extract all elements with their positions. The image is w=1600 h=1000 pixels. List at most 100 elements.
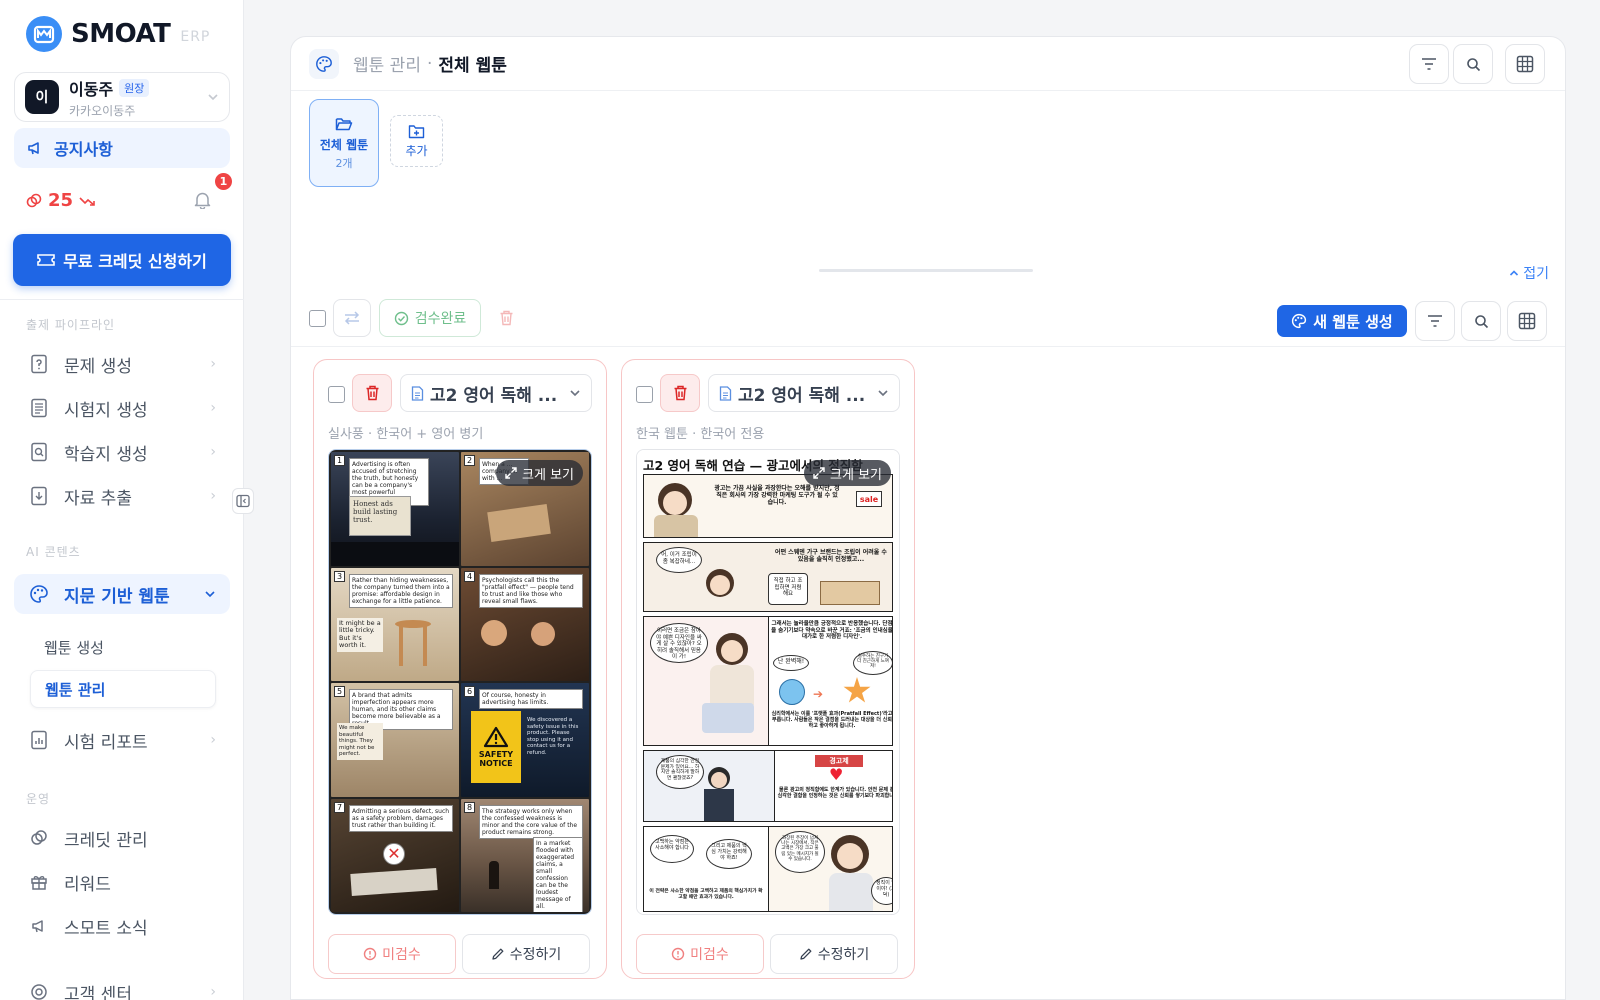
folder-all-webtoons[interactable]: 전체 웹툰 2개 bbox=[309, 99, 379, 187]
resize-handle[interactable] bbox=[819, 269, 1033, 272]
sidebar-item-label: 스모트 소식 bbox=[64, 918, 148, 939]
enlarge-button[interactable]: 크게 보기 bbox=[804, 460, 891, 486]
sidebar-item-reward[interactable]: 리워드 bbox=[14, 862, 230, 902]
list-search-button[interactable] bbox=[1461, 301, 1501, 341]
trash-icon bbox=[674, 385, 686, 401]
sidebar-item-support[interactable]: 고객 센터 › bbox=[14, 972, 230, 1000]
list-grid-button[interactable] bbox=[1507, 301, 1547, 341]
sidebar-subitem-webtoon-manage[interactable]: 웹툰 관리 bbox=[30, 670, 216, 708]
section-label-ops: 운영 bbox=[26, 792, 51, 806]
sidebar-subitem-webtoon-create[interactable]: 웹툰 생성 bbox=[30, 628, 216, 666]
webtoon-preview[interactable]: 크게 보기 1 Advertising is often accused of … bbox=[328, 449, 592, 915]
file-search-icon bbox=[31, 442, 47, 462]
card-passage-select[interactable]: 고2 영어 독해 ... bbox=[400, 374, 592, 412]
warning-icon bbox=[483, 726, 509, 748]
alert-circle-icon bbox=[363, 947, 377, 961]
brand-sub: ERP bbox=[180, 29, 211, 45]
card-passage-select[interactable]: 고2 영어 독해 ... bbox=[708, 374, 900, 412]
approve-button[interactable]: 검수완료 bbox=[379, 299, 481, 337]
header-search-button[interactable] bbox=[1453, 44, 1493, 84]
sidebar-item-extract[interactable]: 자료 추출 › bbox=[14, 476, 230, 516]
header-filter-button[interactable] bbox=[1409, 44, 1449, 84]
megaphone-icon bbox=[32, 920, 43, 933]
file-text-icon bbox=[411, 385, 424, 401]
new-webtoon-button[interactable]: 새 웹툰 생성 bbox=[1277, 305, 1407, 337]
edit-label: 수정하기 bbox=[817, 947, 870, 963]
palette-icon bbox=[1292, 313, 1307, 329]
collapse-label: 접기 bbox=[1523, 266, 1549, 282]
sidebar-item-label: 크레딧 관리 bbox=[64, 830, 148, 851]
comic-panel: 4 Psychologists call this the "pratfall … bbox=[461, 567, 589, 681]
notice-label: 공지사항 bbox=[54, 140, 113, 159]
coins-icon bbox=[26, 193, 42, 207]
coins-icon bbox=[31, 830, 47, 845]
swap-icon bbox=[344, 311, 360, 325]
header-grid-button[interactable] bbox=[1505, 44, 1545, 84]
sidebar-item-question[interactable]: 문제 생성 › bbox=[14, 344, 230, 384]
pending-label: 미검수 bbox=[690, 947, 729, 963]
alert-circle-icon bbox=[671, 947, 685, 961]
free-credit-button[interactable]: 무료 크레딧 신청하기 bbox=[13, 234, 231, 286]
palette-icon bbox=[309, 48, 339, 79]
expand-icon bbox=[505, 467, 517, 479]
card-delete-button[interactable] bbox=[352, 374, 392, 412]
enlarge-button[interactable]: 크게 보기 bbox=[496, 460, 583, 486]
sidebar-item-webtoon[interactable]: 지문 기반 웹툰 bbox=[14, 574, 230, 614]
ticket-icon bbox=[37, 254, 55, 266]
bell-icon[interactable] bbox=[194, 191, 211, 209]
user-switcher[interactable]: 이 이동주 원장 카카오이동주 bbox=[14, 72, 230, 122]
sidebar-item-label: 지문 기반 웹툰 bbox=[64, 586, 170, 607]
chevron-right-icon: › bbox=[210, 444, 216, 460]
gift-icon bbox=[31, 876, 47, 890]
breadcrumb-parent[interactable]: 웹툰 관리 bbox=[353, 51, 421, 76]
panel-header: 웹툰 관리 · 전체 웹툰 bbox=[291, 37, 1565, 91]
pending-review-button[interactable]: 미검수 bbox=[328, 934, 456, 974]
free-credit-label: 무료 크레딧 신청하기 bbox=[63, 252, 207, 271]
sidebar-item-news[interactable]: 스모트 소식 bbox=[14, 906, 230, 946]
chevron-up-icon bbox=[1510, 270, 1519, 276]
pending-review-button[interactable]: 미검수 bbox=[636, 934, 764, 974]
edit-button[interactable]: 수정하기 bbox=[462, 934, 590, 974]
filter-icon bbox=[1428, 315, 1442, 327]
sidebar-item-credit-manage[interactable]: 크레딧 관리 bbox=[14, 818, 230, 858]
card-title: 고2 영어 독해 ... bbox=[430, 385, 558, 406]
comic-row: 제품의 심각한 안전 문제가 있어요... 하지만 솔직하게 말하면 괜찮겠죠?… bbox=[643, 750, 893, 822]
comic-row: 고백하는 약점은 사소해야 합니다 그리고 제품의 핵심 가치는 강력해야 하죠… bbox=[643, 826, 893, 912]
sidebar-item-report[interactable]: 시험 리포트 › bbox=[14, 720, 230, 760]
chevron-right-icon: › bbox=[210, 732, 216, 748]
list-filter-button[interactable] bbox=[1415, 301, 1455, 341]
credit-balance[interactable]: 25 bbox=[26, 190, 97, 211]
trash-icon bbox=[500, 310, 512, 326]
expand-icon bbox=[813, 467, 825, 479]
panel-left-icon bbox=[236, 494, 250, 508]
folder-count: 2개 bbox=[335, 156, 353, 170]
newspaper-icon bbox=[31, 398, 47, 418]
edit-button[interactable]: 수정하기 bbox=[770, 934, 898, 974]
sidebar-collapse-button[interactable] bbox=[232, 488, 254, 514]
comic-panel: 7 Admitting a serious defect, such as a … bbox=[331, 798, 459, 912]
headset-icon bbox=[31, 984, 47, 1000]
move-button[interactable] bbox=[333, 299, 371, 337]
collapse-button[interactable]: 접기 bbox=[1509, 263, 1549, 283]
comic-panel: 6 Of course, honesty in advertising has … bbox=[461, 683, 589, 797]
sidebar-item-label: 시험지 생성 bbox=[64, 400, 148, 421]
select-all-checkbox[interactable] bbox=[309, 310, 326, 327]
sidebar-item-worksheet[interactable]: 학습지 생성 › bbox=[14, 432, 230, 472]
brand-logo[interactable]: SMOAT ERP bbox=[26, 16, 210, 52]
add-folder-button[interactable]: 추가 bbox=[390, 115, 443, 167]
sidebar-item-exam[interactable]: 시험지 생성 › bbox=[14, 388, 230, 428]
delete-selected-button[interactable] bbox=[487, 299, 525, 337]
card-delete-button[interactable] bbox=[660, 374, 700, 412]
sidebar-item-label: 학습지 생성 bbox=[64, 444, 148, 465]
card-checkbox[interactable] bbox=[636, 386, 653, 403]
chevron-right-icon: › bbox=[210, 356, 216, 372]
file-question-icon bbox=[31, 354, 47, 374]
notice-button[interactable]: 공지사항 bbox=[14, 128, 230, 168]
webtoon-preview[interactable]: 크게 보기 고2 영어 독해 연습 — 광고에서의 정직함 광고는 가끔 사실을… bbox=[636, 449, 900, 915]
main-panel: 웹툰 관리 · 전체 웹툰 전체 웹툰 2개 추가 접기 검수완료 새 웹툰 생… bbox=[290, 36, 1566, 1000]
webtoon-card[interactable]: 고2 영어 독해 ... 한국 웹툰 · 한국어 전용 크게 보기 고2 영어 … bbox=[621, 359, 915, 979]
webtoon-card[interactable]: 고2 영어 독해 ... 실사풍 · 한국어 + 영어 병기 크게 보기 1 A… bbox=[313, 359, 607, 979]
card-style-meta: 실사풍 · 한국어 + 영어 병기 bbox=[328, 427, 484, 442]
brand-logo-icon bbox=[26, 16, 62, 52]
card-checkbox[interactable] bbox=[328, 386, 345, 403]
